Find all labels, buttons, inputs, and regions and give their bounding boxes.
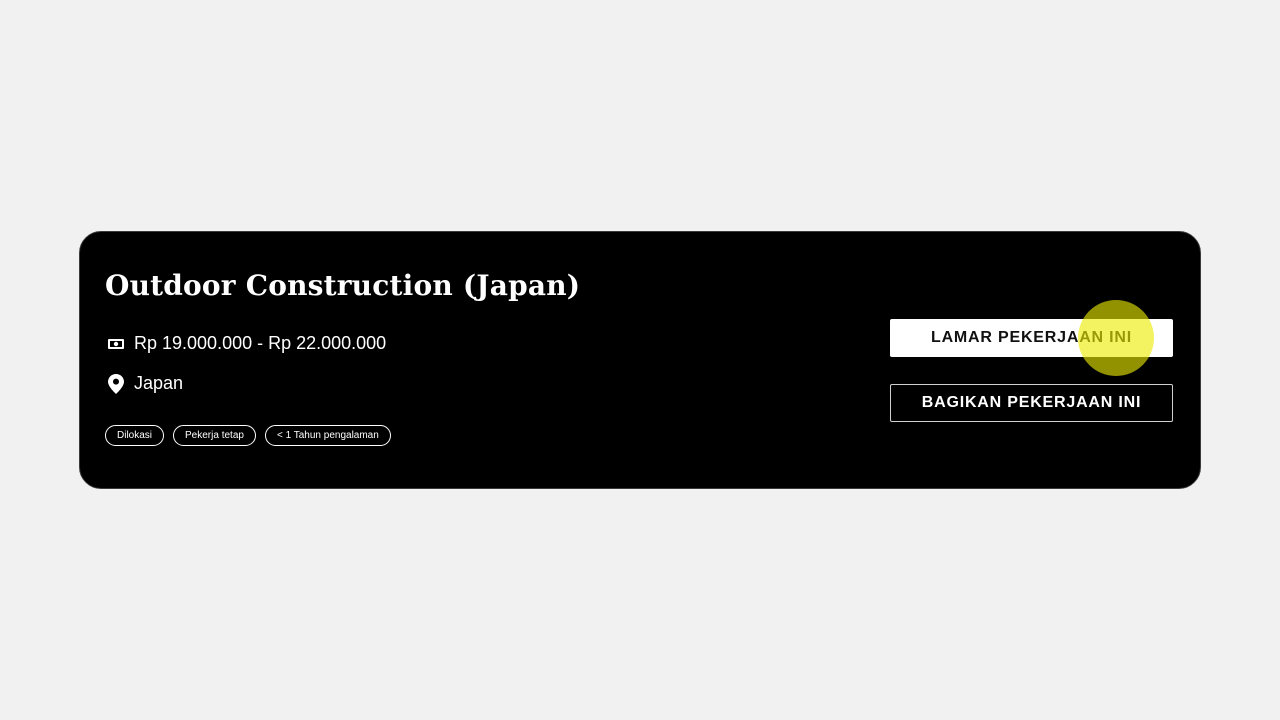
job-tags: Dilokasi Pekerja tetap < 1 Tahun pengala… [105,425,391,446]
job-title: Outdoor Construction (Japan) [105,269,581,302]
job-card: Outdoor Construction (Japan) Rp 19.000.0… [79,231,1201,489]
tag-employment-type: Pekerja tetap [173,425,256,446]
salary-text: Rp 19.000.000 - Rp 22.000.000 [134,333,387,353]
apply-job-button[interactable]: LAMAR PEKERJAAN INI [890,319,1173,357]
money-icon [106,334,126,354]
location-text: Japan [134,373,184,393]
share-job-button[interactable]: BAGIKAN PEKERJAAN INI [890,384,1173,422]
location-pin-icon [106,373,126,394]
salary-row: Rp 19.000.000 - Rp 22.000.000 [106,333,386,354]
location-row: Japan [106,373,183,394]
tag-work-location: Dilokasi [105,425,165,446]
tag-experience: < 1 Tahun pengalaman [264,425,391,446]
